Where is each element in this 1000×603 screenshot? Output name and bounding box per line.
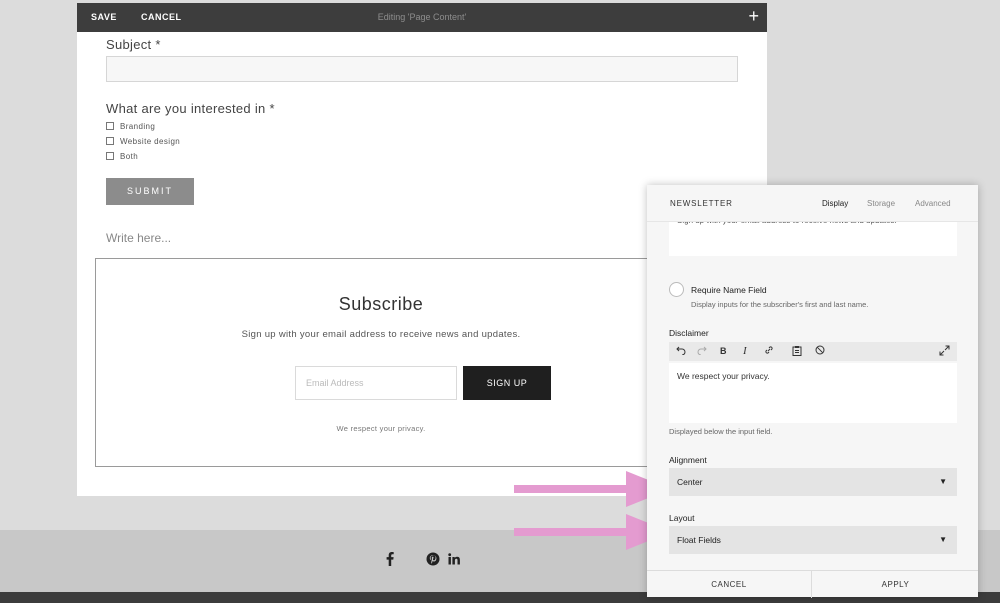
subject-label: Subject * <box>106 37 161 52</box>
checkbox-branding[interactable]: Branding <box>106 120 155 132</box>
panel-apply-button[interactable]: APPLY <box>813 571 978 598</box>
tab-advanced[interactable]: Advanced <box>915 199 951 208</box>
newsletter-privacy-text: We respect your privacy. <box>336 424 426 433</box>
tab-storage[interactable]: Storage <box>867 199 895 208</box>
italic-icon[interactable]: I <box>743 345 747 358</box>
checkbox-box[interactable] <box>106 152 114 160</box>
write-here-placeholder[interactable]: Write here... <box>106 231 171 245</box>
checkbox-label: Branding <box>120 121 156 131</box>
disclaimer-help: Displayed below the input field. <box>669 427 773 436</box>
checkbox-website-design[interactable]: Website design <box>106 135 180 147</box>
checkbox-box[interactable] <box>106 122 114 130</box>
expand-icon[interactable] <box>939 345 950 360</box>
editor-toolbar: SAVE CANCEL Editing 'Page Content' + <box>77 3 767 32</box>
link-icon[interactable] <box>764 345 774 359</box>
panel-header: NEWSLETTER Display Storage Advanced <box>647 185 978 222</box>
panel-footer: CANCEL APPLY <box>647 570 978 598</box>
sign-up-button[interactable]: SIGN UP <box>463 366 551 400</box>
linkedin-icon[interactable] <box>447 551 461 567</box>
alignment-label: Alignment <box>669 455 707 465</box>
pinterest-icon[interactable] <box>425 551 441 567</box>
layout-value: Float Fields <box>677 535 721 545</box>
panel-cancel-button[interactable]: CANCEL <box>647 571 812 598</box>
panel-body[interactable]: Sign up with your email address to recei… <box>647 222 978 570</box>
newsletter-block[interactable]: Subscribe Sign up with your email addres… <box>95 258 667 467</box>
disclaimer-label: Disclaimer <box>669 328 709 338</box>
email-input[interactable]: Email Address <box>295 366 457 400</box>
chevron-down-icon: ▼ <box>939 535 947 544</box>
newsletter-title: Subscribe <box>338 294 424 314</box>
bold-icon[interactable]: B <box>720 345 727 358</box>
clear-format-icon[interactable] <box>815 345 825 359</box>
require-name-description: Display inputs for the subscriber's firs… <box>691 300 869 309</box>
disclaimer-editor[interactable]: We respect your privacy. <box>669 363 957 423</box>
checkbox-label: Website design <box>120 136 181 146</box>
layout-select[interactable]: Float Fields ▼ <box>669 526 957 554</box>
layout-label: Layout <box>669 513 695 523</box>
redo-icon[interactable] <box>697 345 707 359</box>
clipboard-icon[interactable] <box>792 345 802 360</box>
plus-icon[interactable]: + <box>748 7 759 25</box>
newsletter-settings-panel: NEWSLETTER Display Storage Advanced Sign… <box>647 185 978 598</box>
checkbox-both[interactable]: Both <box>106 150 138 162</box>
require-name-toggle[interactable] <box>669 282 684 297</box>
interest-label: What are you interested in * <box>106 101 275 116</box>
newsletter-description: Sign up with your email address to recei… <box>241 329 521 340</box>
require-name-label: Require Name Field <box>691 285 767 295</box>
disclaimer-toolbar: B I <box>669 342 957 361</box>
undo-icon[interactable] <box>676 345 686 359</box>
description-textbox[interactable]: Sign up with your email address to recei… <box>669 222 957 256</box>
checkbox-label: Both <box>120 151 139 161</box>
alignment-select[interactable]: Center ▼ <box>669 468 957 496</box>
tab-display[interactable]: Display <box>822 199 848 208</box>
submit-button[interactable]: SUBMIT <box>106 178 194 205</box>
facebook-icon[interactable] <box>384 551 396 567</box>
checkbox-box[interactable] <box>106 137 114 145</box>
chevron-down-icon: ▼ <box>939 477 947 486</box>
panel-title: NEWSLETTER <box>670 199 733 208</box>
editor-title: Editing 'Page Content' <box>377 12 467 22</box>
alignment-value: Center <box>677 477 703 487</box>
subject-input[interactable] <box>106 56 738 82</box>
